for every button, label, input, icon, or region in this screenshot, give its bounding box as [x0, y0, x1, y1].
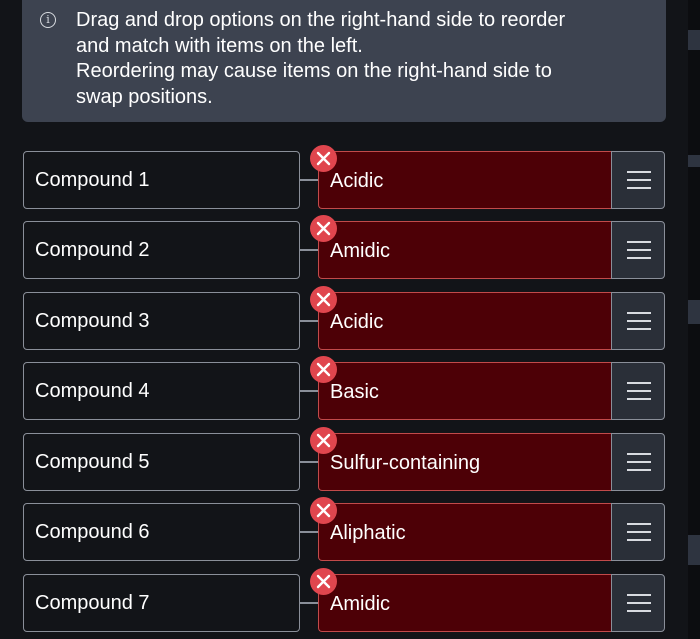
- left-item: Compound 1: [23, 151, 300, 209]
- match-row: Compound 5 Sulfur-containing: [0, 427, 700, 493]
- drag-handle[interactable]: [611, 151, 665, 209]
- x-mark-icon: [310, 286, 337, 313]
- drag-handle-icon: [627, 523, 651, 542]
- drag-handle-icon: [627, 453, 651, 472]
- left-item: Compound 4: [23, 362, 300, 420]
- left-item: Compound 3: [23, 292, 300, 350]
- match-row: Compound 4 Basic: [0, 356, 700, 422]
- instructions-line: Drag and drop options on the right-hand …: [76, 9, 566, 31]
- right-option[interactable]: Aliphatic: [318, 503, 611, 561]
- instructions-line: swap positions.: [76, 85, 213, 108]
- match-row: Compound 2 Amidic: [0, 215, 700, 281]
- drag-handle[interactable]: [611, 292, 665, 350]
- instructions-text: Drag and drop options on the right-hand …: [76, 8, 646, 110]
- drag-handle[interactable]: [611, 433, 665, 491]
- connector-line: [300, 461, 319, 463]
- right-option[interactable]: Acidic: [318, 292, 611, 350]
- drag-handle[interactable]: [611, 574, 665, 632]
- x-mark-icon: [310, 215, 337, 242]
- connector-line: [300, 249, 319, 251]
- drag-handle[interactable]: [611, 362, 665, 420]
- connector-line: [300, 320, 319, 322]
- drag-handle[interactable]: [611, 221, 665, 279]
- connector-line: [300, 179, 319, 181]
- match-row: Compound 3 Acidic: [0, 286, 700, 352]
- instructions-banner: i Drag and drop options on the right-han…: [22, 0, 666, 122]
- right-option[interactable]: Basic: [318, 362, 611, 420]
- drag-handle-icon: [627, 382, 651, 401]
- match-row: Compound 7 Amidic: [0, 568, 700, 634]
- instructions-line: Reordering may cause items on the right-…: [76, 60, 552, 82]
- drag-handle[interactable]: [611, 503, 665, 561]
- drag-handle-icon: [627, 312, 651, 331]
- x-mark-icon: [310, 145, 337, 172]
- left-item: Compound 6: [23, 503, 300, 561]
- right-option[interactable]: Acidic: [318, 151, 611, 209]
- instructions-line: and match with items on the left.: [76, 34, 363, 57]
- drag-handle-icon: [627, 594, 651, 613]
- left-item: Compound 5: [23, 433, 300, 491]
- connector-line: [300, 531, 319, 533]
- left-item: Compound 2: [23, 221, 300, 279]
- x-mark-icon: [310, 568, 337, 595]
- right-option[interactable]: Amidic: [318, 221, 611, 279]
- left-item: Compound 7: [23, 574, 300, 632]
- connector-line: [300, 602, 319, 604]
- match-row: Compound 6 Aliphatic: [0, 497, 700, 563]
- drag-handle-icon: [627, 171, 651, 190]
- connector-line: [300, 390, 319, 392]
- right-option[interactable]: Sulfur-containing: [318, 433, 611, 491]
- x-mark-icon: [310, 427, 337, 454]
- scroll-edge-mark: [688, 30, 700, 50]
- right-option[interactable]: Amidic: [318, 574, 611, 632]
- info-icon: i: [40, 12, 56, 28]
- x-mark-icon: [310, 356, 337, 383]
- x-mark-icon: [310, 497, 337, 524]
- drag-handle-icon: [627, 241, 651, 260]
- match-row: Compound 1 Acidic: [0, 145, 700, 211]
